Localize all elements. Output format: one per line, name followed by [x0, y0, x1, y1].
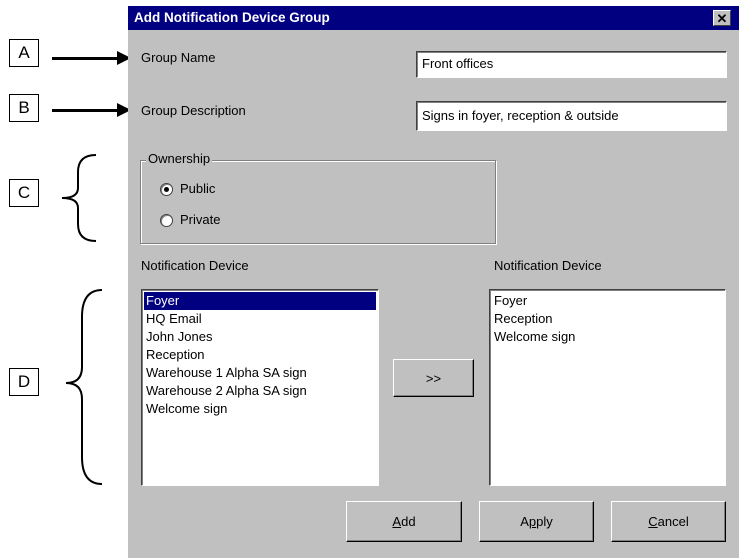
- group-description-field[interactable]: Signs in foyer, reception & outside: [416, 101, 727, 131]
- close-button[interactable]: ✕: [713, 10, 731, 26]
- group-name-label: Group Name: [141, 50, 216, 65]
- cancel-button[interactable]: Cancel: [611, 501, 726, 542]
- add-button[interactable]: Add: [346, 501, 462, 542]
- list-item[interactable]: Warehouse 2 Alpha SA sign: [144, 382, 376, 400]
- callout-c-brace-icon: [61, 154, 97, 242]
- selected-devices-label: Notification Device: [494, 258, 602, 273]
- private-option-label[interactable]: Private: [180, 212, 220, 227]
- callout-a: A: [9, 39, 39, 67]
- callout-d: D: [9, 368, 39, 396]
- list-item[interactable]: John Jones: [144, 328, 376, 346]
- public-option-label[interactable]: Public: [180, 181, 215, 196]
- list-item[interactable]: HQ Email: [144, 310, 376, 328]
- callout-d-label: D: [17, 372, 31, 391]
- group-description-label: Group Description: [141, 103, 246, 118]
- callout-b-arrow-line: [52, 109, 118, 112]
- add-button-mnemonic: A: [392, 514, 402, 529]
- list-item[interactable]: Welcome sign: [492, 328, 723, 346]
- apply-button-label-end: ply: [536, 514, 553, 529]
- group-name-field[interactable]: Front offices: [416, 51, 727, 78]
- ownership-legend: Ownership: [146, 151, 213, 166]
- callout-b-label: B: [18, 98, 30, 117]
- apply-button-mnemonic: p: [528, 514, 537, 529]
- callout-a-label: A: [18, 43, 30, 62]
- dialog-titlebar: Add Notification Device Group: [128, 6, 739, 30]
- list-item[interactable]: Reception: [492, 310, 723, 328]
- move-to-selected-button[interactable]: >>: [393, 359, 474, 397]
- close-icon: ✕: [716, 10, 728, 26]
- callout-b: B: [9, 94, 39, 122]
- cancel-button-mnemonic: C: [648, 514, 658, 529]
- list-item[interactable]: Reception: [144, 346, 376, 364]
- cancel-button-label: ancel: [657, 514, 689, 529]
- callout-c: C: [9, 179, 39, 207]
- available-devices-list[interactable]: Foyer HQ Email John Jones Reception Ware…: [141, 289, 379, 486]
- list-item[interactable]: Foyer: [492, 292, 723, 310]
- available-devices-label: Notification Device: [141, 258, 249, 273]
- radio-selected-dot: [164, 187, 169, 192]
- apply-button-label-start: A: [520, 514, 529, 529]
- apply-button[interactable]: Ap ply: [479, 501, 594, 542]
- dialog-title: Add Notification Device Group: [134, 10, 330, 25]
- list-item[interactable]: Warehouse 1 Alpha SA sign: [144, 364, 376, 382]
- callout-c-label: C: [17, 183, 31, 202]
- add-button-label: dd: [401, 514, 416, 529]
- callout-a-arrow-line: [52, 57, 118, 60]
- public-radio[interactable]: [160, 183, 173, 196]
- list-item[interactable]: Welcome sign: [144, 400, 376, 418]
- selected-devices-list[interactable]: Foyer Reception Welcome sign: [489, 289, 726, 486]
- private-radio[interactable]: [160, 214, 173, 227]
- callout-d-brace-icon: [65, 289, 103, 485]
- ownership-group: [140, 160, 496, 244]
- list-item[interactable]: Foyer: [144, 292, 376, 310]
